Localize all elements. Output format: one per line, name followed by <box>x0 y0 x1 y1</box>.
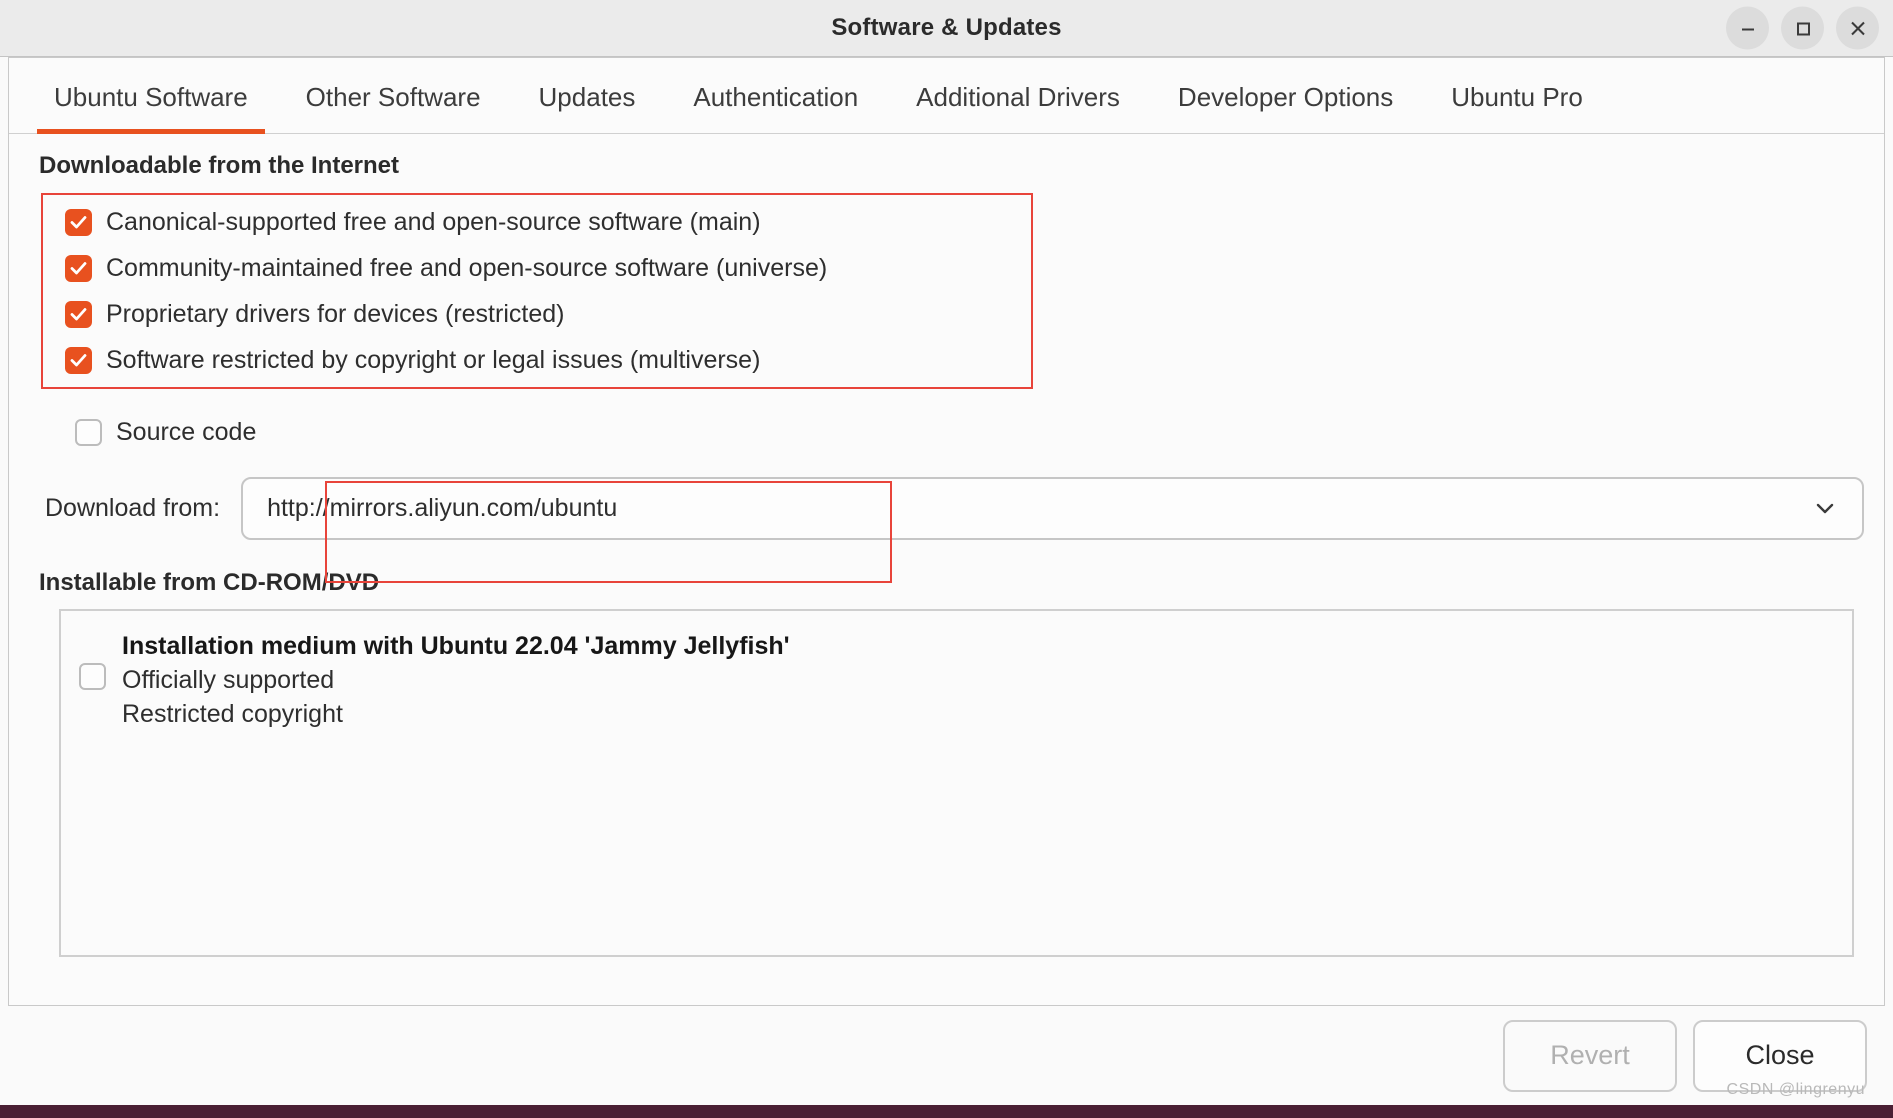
repo-row-restricted[interactable]: Proprietary drivers for devices (restric… <box>29 291 1033 337</box>
tab-bar: Ubuntu Software Other Software Updates A… <box>9 58 1884 134</box>
revert-button[interactable]: Revert <box>1503 1019 1677 1092</box>
window-title: Software & Updates <box>831 14 1062 41</box>
maximize-button[interactable] <box>1781 6 1824 50</box>
tab-updates[interactable]: Updates <box>510 82 665 133</box>
checkbox-cdrom-medium[interactable] <box>79 663 106 690</box>
repository-list: Canonical-supported free and open-source… <box>29 193 1033 389</box>
checkbox-multiverse[interactable] <box>65 346 92 374</box>
tab-ubuntu-pro[interactable]: Ubuntu Pro <box>1422 82 1612 133</box>
cdrom-section-heading: Installable from CD-ROM/DVD <box>39 569 380 596</box>
download-mirror-select[interactable]: http://mirrors.aliyun.com/ubuntu <box>241 476 1864 540</box>
tab-additional-drivers[interactable]: Additional Drivers <box>887 82 1149 133</box>
tab-other-software[interactable]: Other Software <box>277 82 510 133</box>
download-from-row: Download from: http://mirrors.aliyun.com… <box>29 473 1864 583</box>
maximize-icon <box>1793 18 1813 38</box>
checkbox-source-code[interactable] <box>75 418 102 446</box>
source-code-row[interactable]: Source code <box>29 409 1864 455</box>
cdrom-medium-title: Installation medium with Ubuntu 22.04 'J… <box>122 632 790 660</box>
cdrom-copyright-line: Restricted copyright <box>122 700 343 728</box>
desktop-background-strip <box>0 1105 1893 1118</box>
tab-authentication[interactable]: Authentication <box>664 82 887 133</box>
source-code-label: Source code <box>116 417 257 446</box>
ubuntu-software-panel: Downloadable from the Internet Canonical… <box>9 134 1884 1005</box>
dialog-footer: Revert Close CSDN @lingrenyu <box>8 1005 1885 1105</box>
close-icon <box>1847 17 1869 39</box>
repo-row-multiverse[interactable]: Software restricted by copyright or lega… <box>29 337 1033 383</box>
download-mirror-value: http://mirrors.aliyun.com/ubuntu <box>267 493 618 522</box>
cdrom-list-box[interactable]: Installation medium with Ubuntu 22.04 'J… <box>59 609 1854 957</box>
close-button[interactable] <box>1836 6 1879 50</box>
checkbox-main[interactable] <box>65 208 92 236</box>
repo-label-main: Canonical-supported free and open-source… <box>106 207 761 236</box>
watermark: CSDN @lingrenyu <box>1726 1081 1865 1098</box>
repo-label-restricted: Proprietary drivers for devices (restric… <box>106 299 565 328</box>
window-controls <box>1726 6 1879 50</box>
repo-label-multiverse: Software restricted by copyright or lega… <box>106 345 761 374</box>
window-body: Ubuntu Software Other Software Updates A… <box>8 57 1885 1005</box>
cdrom-support-line: Officially supported <box>122 666 335 694</box>
repo-label-universe: Community-maintained free and open-sourc… <box>106 253 828 282</box>
chevron-down-icon <box>1810 493 1840 523</box>
minimize-button[interactable] <box>1726 6 1769 50</box>
repo-row-main[interactable]: Canonical-supported free and open-source… <box>29 199 1033 245</box>
tab-developer-options[interactable]: Developer Options <box>1149 82 1422 133</box>
checkbox-universe[interactable] <box>65 254 92 282</box>
software-and-updates-window: Software & Updates Ubuntu Software Other… <box>0 0 1893 1105</box>
cdrom-list-item[interactable]: Installation medium with Ubuntu 22.04 'J… <box>61 629 1852 731</box>
cdrom-item-texts: Installation medium with Ubuntu 22.04 'J… <box>122 629 790 731</box>
repo-row-universe[interactable]: Community-maintained free and open-sourc… <box>29 245 1033 291</box>
title-bar: Software & Updates <box>0 0 1893 57</box>
checkbox-restricted[interactable] <box>65 300 92 328</box>
tab-ubuntu-software[interactable]: Ubuntu Software <box>25 82 277 134</box>
download-from-label: Download from: <box>45 493 221 522</box>
minimize-icon <box>1738 18 1758 38</box>
internet-section-heading: Downloadable from the Internet <box>39 152 400 179</box>
